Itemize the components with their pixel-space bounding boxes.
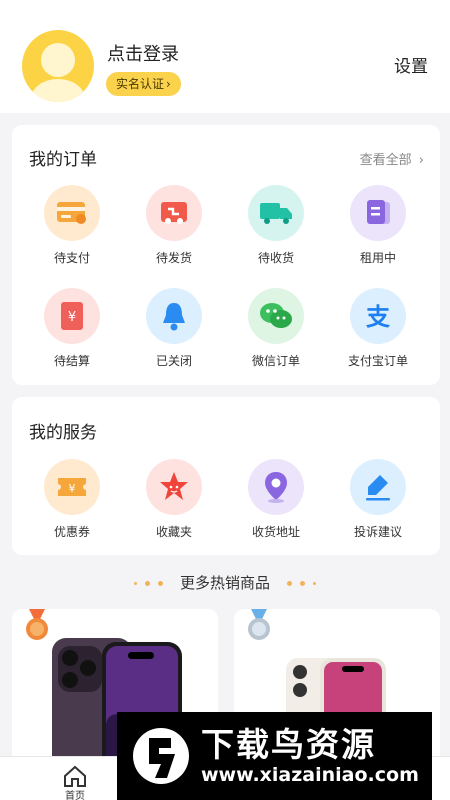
svg-text:¥: ¥: [68, 310, 76, 325]
receive-truck-icon: [248, 185, 304, 241]
order-pending-payment[interactable]: 待支付: [22, 185, 122, 266]
order-pending-shipment[interactable]: 待发货: [124, 185, 224, 266]
service-favorites[interactable]: 收藏夹: [124, 459, 224, 540]
order-pending-settlement[interactable]: ¥ 待结算: [22, 288, 122, 369]
home-icon: [64, 765, 86, 787]
order-closed[interactable]: 已关闭: [124, 288, 224, 369]
chevron-right-icon: ›: [166, 77, 171, 91]
view-all-orders-link[interactable]: 查看全部 ›: [360, 149, 424, 168]
hot-products-title: 更多热销商品: [179, 574, 270, 592]
chevron-right-icon: ›: [418, 153, 424, 168]
profile-header: 点击登录 实名认证 › 设置: [0, 0, 450, 113]
bird-logo-icon: [133, 728, 189, 784]
watermark-banner: 下载鸟资源 www.xiazainiao.com: [117, 712, 432, 800]
watermark-title: 下载鸟资源: [201, 725, 376, 764]
orders-title: 我的订单: [29, 150, 97, 170]
service-label: 优惠券: [53, 525, 90, 539]
order-label: 待支付: [53, 251, 90, 265]
login-link[interactable]: 点击登录: [107, 40, 179, 66]
service-address[interactable]: 收货地址: [226, 459, 326, 540]
service-label: 收藏夹: [155, 525, 192, 539]
bell-icon: [146, 288, 202, 344]
hot-products-heading: 更多热销商品: [0, 572, 450, 593]
settings-button[interactable]: 设置: [394, 52, 428, 77]
service-coupon[interactable]: ¥ 优惠券: [22, 459, 122, 540]
order-label: 微信订单: [251, 354, 300, 368]
order-label: 已关闭: [155, 354, 192, 368]
order-label: 租用中: [359, 251, 396, 265]
edit-pen-icon: [350, 459, 406, 515]
yen-bill-icon: ¥: [44, 288, 100, 344]
realname-verify-button[interactable]: 实名认证 ›: [106, 72, 181, 96]
order-alipay[interactable]: 支 支付宝订单: [328, 288, 428, 369]
orders-card: 我的订单 查看全部 › 待支付 待发货 待收货 租用中 ¥ 待结算 已关闭 微信…: [12, 125, 440, 385]
svg-text:¥: ¥: [69, 482, 76, 495]
delivery-truck-icon: [146, 185, 202, 241]
silver-medal-icon: [248, 609, 270, 640]
wechat-icon: [248, 288, 304, 344]
order-pending-receipt[interactable]: 待收货: [226, 185, 326, 266]
coupon-icon: ¥: [44, 459, 100, 515]
nav-home[interactable]: 首页: [45, 763, 105, 800]
order-label: 待结算: [53, 354, 90, 368]
realname-label: 实名认证: [116, 77, 165, 91]
document-icon: [350, 185, 406, 241]
order-label: 待发货: [155, 251, 192, 265]
service-label: 投诉建议: [353, 525, 402, 539]
location-pin-icon: [248, 459, 304, 515]
order-wechat[interactable]: 微信订单: [226, 288, 326, 369]
services-card: 我的服务 ¥ 优惠券 收藏夹 收货地址 投诉建议: [12, 397, 440, 555]
order-renting[interactable]: 租用中: [328, 185, 428, 266]
order-label: 支付宝订单: [347, 354, 408, 368]
star-icon: [146, 459, 202, 515]
service-label: 收货地址: [251, 525, 300, 539]
nav-label: 首页: [65, 791, 85, 800]
svg-text:支: 支: [366, 303, 391, 331]
view-all-label: 查看全部: [359, 153, 412, 168]
alipay-icon: 支: [350, 288, 406, 344]
service-feedback[interactable]: 投诉建议: [328, 459, 428, 540]
order-label: 待收货: [257, 251, 294, 265]
services-title: 我的服务: [29, 423, 97, 443]
avatar[interactable]: [22, 30, 94, 102]
wallet-card-icon: [44, 185, 100, 241]
watermark-url: www.xiazainiao.com: [201, 764, 419, 786]
